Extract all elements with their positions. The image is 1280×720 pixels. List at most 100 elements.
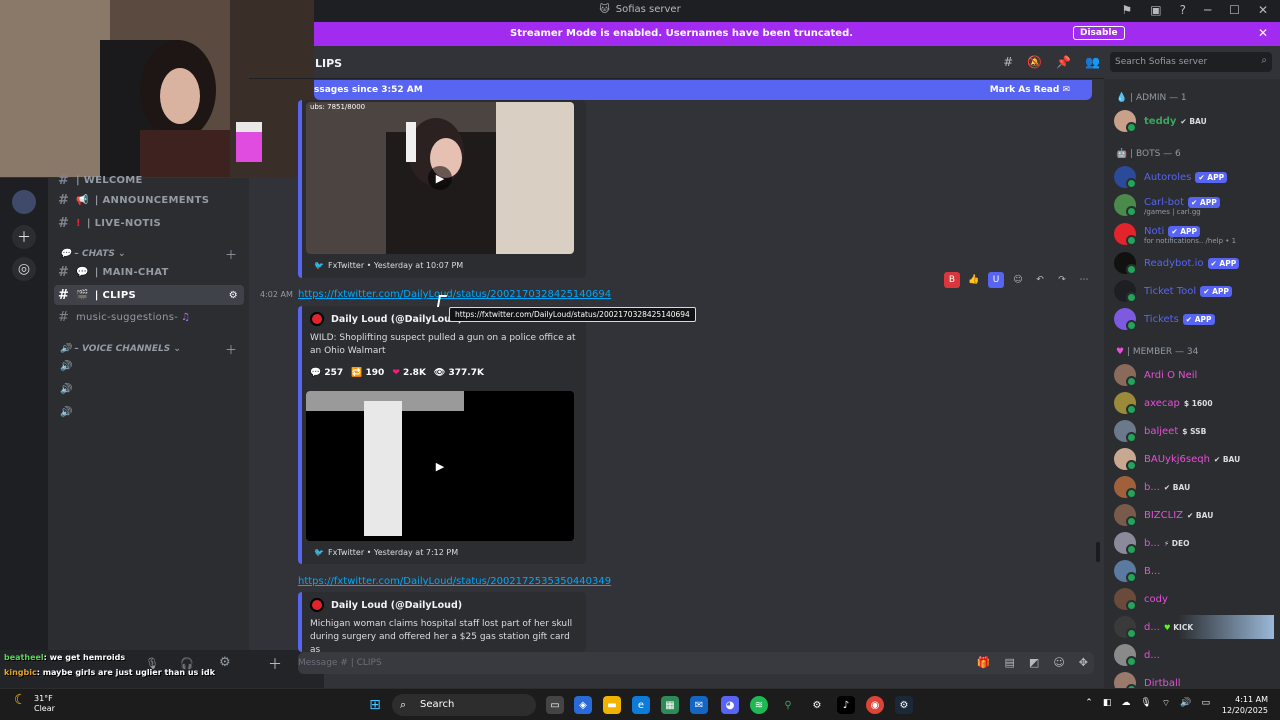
tray-cloud-icon[interactable]: ☁ [1121,698,1130,709]
steam-icon[interactable]: ⚙ [895,696,913,714]
member-item[interactable]: BAUykj6seqh ✔ BAU [1114,447,1240,471]
copilot-icon[interactable]: ◈ [574,696,592,714]
member-item[interactable]: Dirtball [1114,671,1181,688]
channel-welcome[interactable]: # | WELCOME [58,170,143,190]
emoji-icon[interactable]: ☺ [1053,656,1064,669]
video-thumbnail[interactable]: ▶ [306,391,574,541]
spotify-icon[interactable]: ≋ [750,696,768,714]
close-window-icon[interactable]: ✕ [1258,3,1268,17]
battery-icon[interactable]: ▭ [1201,698,1210,709]
member-item[interactable]: baljeet $ SSB [1114,419,1206,443]
headphones-icon[interactable]: 🎧 [180,657,194,670]
taskbar-search[interactable]: ⌕ Search [392,694,536,716]
add-voice-channel-icon[interactable]: ＋ [225,341,237,358]
sticker-icon[interactable]: ◩ [1029,656,1039,669]
member-item[interactable]: Tickets ✔ APP [1114,307,1215,331]
channel-live-notis[interactable]: #! | LIVE-NOTIS [58,213,161,233]
volume-icon[interactable]: 🔊 [1180,698,1191,709]
member-item[interactable]: Noti ✔ APP for notifications.. /help • 1 [1114,222,1236,246]
channel-announcements[interactable]: # 📢 | ANNOUNCEMENTS [58,190,209,210]
embed-author[interactable]: Daily Loud (@DailyLoud) [310,598,462,612]
member-item[interactable]: B... [1114,559,1160,583]
channel-clips[interactable]: # 🎬 | CLIPS ⚙ [54,285,244,305]
screen-icon[interactable]: ▣ [1150,3,1161,17]
mark-as-read-button[interactable]: Mark As Read ✉ [990,85,1070,95]
notification-bell-icon[interactable]: 🔕 [1027,55,1042,69]
tweet-link[interactable]: https://fxtwitter.com/DailyLoud/status/2… [298,576,611,587]
tray-app-icon[interactable]: ◧ [1103,698,1112,709]
member-item[interactable]: b... ⚡ DEO [1114,531,1190,555]
member-item[interactable]: b... ✔ BAU [1114,475,1190,499]
embed-author[interactable]: Daily Loud (@DailyLoud) [310,312,462,326]
category-voice[interactable]: 🔊 – VOICE CHANNELS ⌄ [60,344,181,354]
file-explorer-icon[interactable]: ▬ [603,696,621,714]
member-item[interactable]: d... [1114,643,1160,667]
new-messages-bar[interactable]: ssages since 3:52 AM Mark As Read ✉ [314,80,1092,100]
tiktok-icon[interactable]: ♪ [837,696,855,714]
chrome-icon[interactable]: ◉ [866,696,884,714]
microphone-icon[interactable]: 🎙 [145,657,159,670]
add-server-icon[interactable]: ＋ [12,225,36,249]
weather-widget[interactable]: ☾ 31°F Clear [14,693,55,714]
voice-channel[interactable]: 🔊 [60,407,72,418]
close-icon[interactable]: ✕ [1258,26,1268,40]
outlook-icon[interactable]: ✉ [690,696,708,714]
tray-chevron-icon[interactable]: ⌃ [1085,698,1093,709]
thumbs-up-icon[interactable]: 👍 [966,272,982,288]
member-item[interactable]: d... ♥ KICK [1114,615,1274,639]
member-item[interactable]: axecap $ 1600 [1114,391,1213,415]
add-channel-icon[interactable]: ＋ [225,246,237,263]
channel-music-suggestions[interactable]: # music-suggestions- ♫ [58,307,190,327]
user-settings-icon[interactable]: ⚙ [219,655,231,670]
maximize-icon[interactable]: ☐ [1229,3,1240,17]
gif-icon[interactable]: ▤ [1005,656,1015,669]
more-icon[interactable]: ⋯ [1076,272,1092,288]
edge-icon[interactable]: e [632,696,650,714]
threads-icon[interactable]: # [1003,55,1013,69]
reply-arrow-icon[interactable]: ↶ [1032,272,1048,288]
store-icon[interactable]: ▦ [661,696,679,714]
member-item[interactable]: BIZCLIZ ✔ BAU [1114,503,1213,527]
forward-icon[interactable]: ↷ [1054,272,1070,288]
minimize-icon[interactable]: ─ [1204,3,1211,17]
app-icon[interactable]: ⚙ [808,696,826,714]
apps-icon[interactable]: ✥ [1079,656,1088,669]
member-list-icon[interactable]: 👥 [1085,55,1100,69]
member-item[interactable]: cody [1114,587,1168,611]
voice-channel[interactable]: 🔊 [60,361,72,372]
taskbar-clock[interactable]: 4:11 AM 12/20/2025 [1222,694,1268,716]
app-icon[interactable]: ⚲ [779,696,797,714]
pin-icon[interactable]: 📌 [1056,55,1071,69]
wifi-icon[interactable]: ⌔ [1162,698,1170,709]
play-icon[interactable]: ▶ [428,166,452,190]
task-view-icon[interactable]: ▭ [546,696,564,714]
voice-channel[interactable]: 🔊 [60,384,72,395]
member-item[interactable]: Ardi O Neil [1114,363,1197,387]
search-input[interactable]: Search Sofias server ⌕ [1110,52,1272,72]
reaction-b-icon[interactable]: B [944,272,960,288]
member-item[interactable]: Autoroles ✔ APP [1114,165,1228,189]
member-item[interactable]: Readybot.io ✔ APP [1114,251,1240,275]
category-chats[interactable]: 💬 – CHATS ⌄ [60,249,126,259]
server-avatar-icon[interactable] [12,190,36,214]
message-composer[interactable]: ＋ Message # | CLIPS 🎁 ▤ ◩ ☺ ✥ [268,652,1094,674]
reaction-u-icon[interactable]: U [988,272,1004,288]
scrollbar-thumb[interactable] [1096,542,1100,562]
explore-icon[interactable]: ◎ [12,257,36,281]
tweet-link[interactable]: https://fxtwitter.com/DailyLoud/status/2… [298,289,611,300]
inbox-flag-icon[interactable]: ⚑ [1121,3,1132,17]
member-item[interactable]: Ticket Tool ✔ APP [1114,279,1232,303]
microphone-icon[interactable]: 🎙 [1140,698,1151,709]
gift-icon[interactable]: 🎁 [977,656,991,669]
channel-main-chat[interactable]: # 💬 | MAIN-CHAT [58,262,169,282]
member-item[interactable]: teddy ✔ BAU [1114,109,1207,133]
attach-plus-icon[interactable]: ＋ [268,654,282,674]
video-thumbnail[interactable]: ubs: 7851/8000 ▶ [306,102,574,254]
discord-icon[interactable]: ◕ [721,696,739,714]
help-icon[interactable]: ? [1180,3,1186,17]
member-item[interactable]: Carl-bot ✔ APP/games | carl.gg [1114,193,1220,217]
start-icon[interactable]: ⊞ [366,696,384,714]
settings-icon[interactable]: ⚙ [229,290,238,301]
disable-button[interactable]: Disable [1073,26,1125,40]
add-reaction-icon[interactable]: ☺ [1010,272,1026,288]
